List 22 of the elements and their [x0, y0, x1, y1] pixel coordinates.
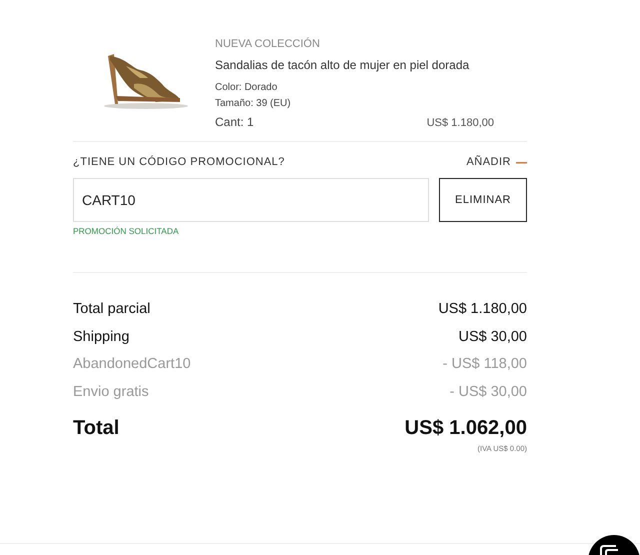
promo-status: PROMOCIÓN SOLICITADA	[73, 226, 180, 236]
summary-label: Shipping	[73, 328, 130, 346]
total-amount: US$ 1.062,00	[404, 417, 527, 440]
total-label: Total	[73, 417, 120, 440]
summary-label: Envio gratis	[73, 384, 149, 402]
quantity-label: Cant: 1	[215, 115, 254, 129]
remove-button[interactable]: ELIMINAR	[439, 178, 527, 222]
product-name: Sandalias de tacón alto de mujer en piel dorada	[215, 58, 470, 72]
product-attribute: Tamaño: 39 (EU)	[215, 98, 292, 109]
product-attribute: Color: Dorado	[215, 82, 278, 93]
summary-amount: - US$ 118,00	[442, 356, 527, 374]
collection-label: NUEVA COLECCIÓN	[215, 38, 321, 50]
summary-label: Total parcial	[73, 301, 150, 319]
summary-amount: - US$ 30,00	[450, 384, 527, 402]
product-price: US$ 1.180,00	[426, 117, 494, 129]
promo-code-field[interactable]: CART10	[73, 178, 429, 222]
add-toggle[interactable]: AÑADIR	[466, 156, 527, 168]
promo-question: ¿TIENE UN CÓDIGO PROMOCIONAL?	[73, 156, 285, 168]
chat-icon	[598, 544, 620, 555]
summary-amount: US$ 1.180,00	[438, 301, 527, 319]
summary-label: AbandonedCart10	[73, 356, 191, 374]
summary-amount: US$ 30,00	[458, 328, 527, 346]
